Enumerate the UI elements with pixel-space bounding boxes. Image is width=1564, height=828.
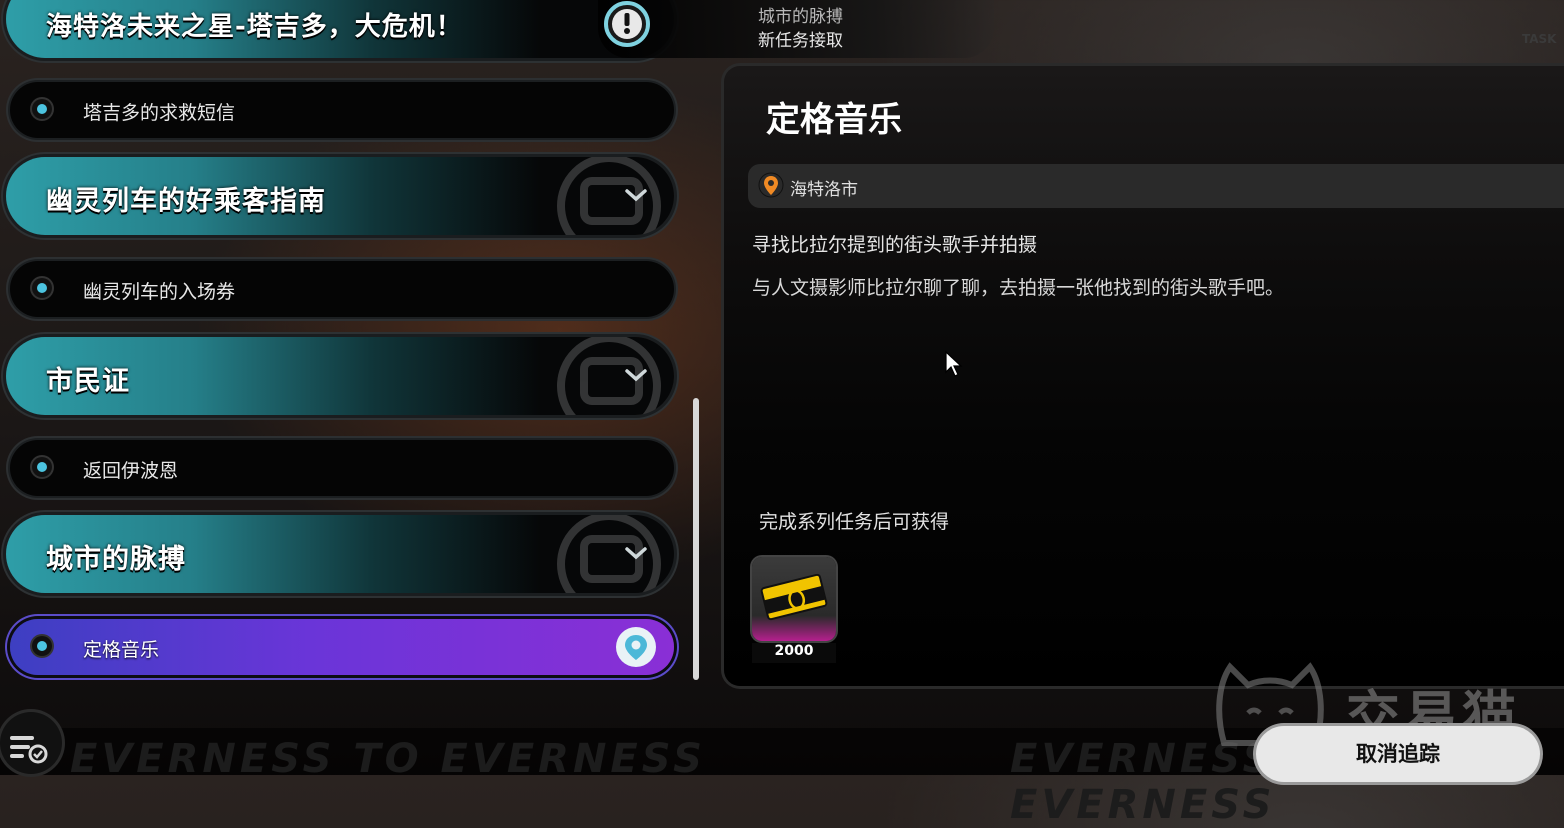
mouse-cursor-icon: [945, 350, 963, 377]
quest-item-label: 塔吉多的求救短信: [83, 102, 236, 124]
quest-category[interactable]: 城市的脉搏: [6, 515, 674, 593]
quest-objective: 寻找比拉尔提到的街头歌手并拍摄: [752, 234, 1038, 256]
quest-detail-panel: [724, 66, 1564, 686]
category-emblem-icon: [557, 515, 661, 593]
list-check-icon: [10, 736, 48, 764]
menu-button[interactable]: [0, 712, 62, 774]
quest-category[interactable]: 幽灵列车的好乘客指南: [6, 157, 674, 235]
chevron-down-icon: [625, 189, 647, 202]
ticket-icon: [760, 573, 828, 621]
quest-dot-icon: [32, 99, 52, 119]
location-pin-icon: [758, 172, 784, 198]
quest-item-label: 幽灵列车的入场券: [83, 281, 236, 303]
quest-notification: 城市的脉搏 新任务接取: [598, 0, 994, 58]
quest-dot-icon: [32, 457, 52, 477]
chevron-down-icon: [625, 369, 647, 382]
quest-item[interactable]: 幽灵列车的入场券: [10, 261, 674, 317]
quest-category-top[interactable]: 海特洛未来之星-塔吉多，大危机！: [6, 0, 674, 58]
quest-item-selected[interactable]: 定格音乐: [10, 619, 674, 675]
quest-description: 与人文摄影师比拉尔聊了聊，去拍摄一张他找到的街头歌手吧。: [752, 277, 1285, 299]
map-pin-icon: [625, 635, 647, 660]
exclamation-icon: [604, 1, 650, 47]
quest-dot-icon: [32, 278, 52, 298]
category-emblem-icon: [557, 337, 661, 415]
reward-amount: 2000: [752, 643, 836, 663]
quest-item-label: 定格音乐: [83, 639, 160, 661]
corner-label: TASK: [1522, 32, 1557, 46]
quest-item-label: 返回伊波恩: [83, 460, 179, 482]
quest-item[interactable]: 塔吉多的求救短信: [10, 82, 674, 138]
cancel-tracking-button[interactable]: 取消追踪: [1256, 726, 1540, 782]
location-name: 海特洛市: [790, 180, 858, 200]
reward-item[interactable]: [752, 557, 836, 641]
quest-dot-icon: [32, 636, 52, 656]
chevron-down-icon: [625, 547, 647, 560]
category-title: 海特洛未来之星-塔吉多，大危机！: [46, 12, 463, 42]
track-pin-button[interactable]: [616, 627, 656, 667]
location-bar: 海特洛市: [748, 164, 1564, 208]
category-title: 市民证: [46, 366, 130, 397]
background-marquee-text: EVERNESS TO EVERNESS: [70, 736, 706, 782]
notification-line2: 新任务接取: [758, 31, 843, 51]
category-title: 幽灵列车的好乘客指南: [46, 186, 326, 217]
quest-item[interactable]: 返回伊波恩: [10, 440, 674, 496]
reward-header: 完成系列任务后可获得: [759, 511, 950, 533]
category-title: 城市的脉搏: [46, 544, 186, 575]
category-emblem-icon: [557, 157, 661, 235]
list-scrollbar[interactable]: [693, 398, 699, 680]
quest-category[interactable]: 市民证: [6, 337, 674, 415]
notification-line1: 城市的脉搏: [758, 7, 843, 27]
cancel-tracking-label: 取消追踪: [1356, 742, 1440, 766]
quest-title: 定格音乐: [766, 100, 902, 140]
